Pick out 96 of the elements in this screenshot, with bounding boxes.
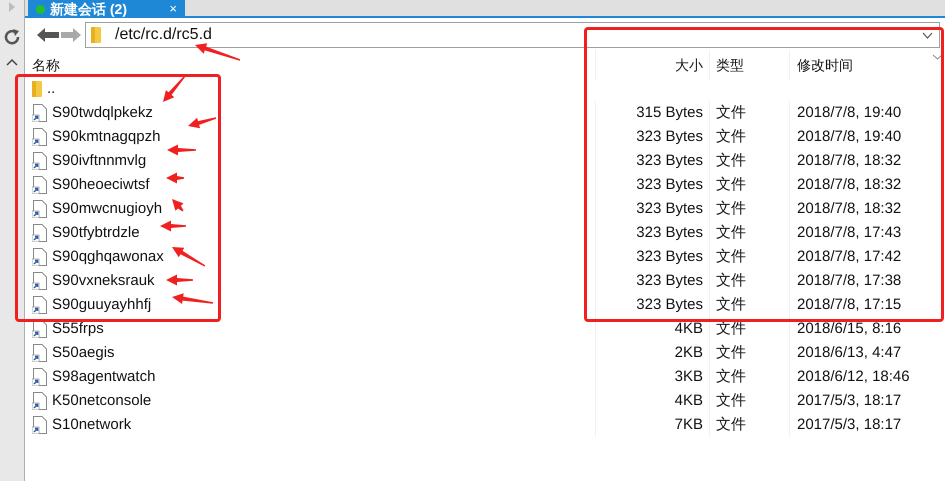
file-shortcut-icon [32, 224, 47, 242]
file-size: 323 Bytes [636, 174, 703, 195]
annotation-arrow [172, 199, 184, 212]
file-shortcut-icon [32, 104, 47, 122]
file-size: 4KB [674, 318, 703, 339]
modified-time: 2018/6/12, 18:46 [797, 366, 910, 387]
file-shortcut-icon [32, 152, 47, 170]
modified-time: 2018/7/8, 19:40 [797, 126, 902, 147]
file-name[interactable]: S90qghqawonax [52, 246, 164, 268]
file-name[interactable]: S90tfybtrdzle [52, 222, 140, 244]
column-header[interactable]: 名称 [32, 54, 60, 76]
column-header[interactable]: 修改时间 [797, 54, 853, 76]
file-shortcut-icon [32, 368, 47, 386]
file-type: 文件 [716, 318, 746, 339]
modified-time: 2018/6/15, 8:16 [797, 318, 902, 339]
annotation-arrow [195, 43, 240, 61]
file-size: 323 Bytes [636, 246, 703, 267]
annotation-arrow [172, 247, 206, 267]
file-size: 323 Bytes [636, 270, 703, 291]
sort-chevron-icon [932, 54, 943, 60]
close-icon[interactable]: × [169, 0, 177, 19]
modified-time: 2018/7/8, 18:32 [797, 174, 902, 195]
file-name[interactable]: K50netconsole [52, 390, 152, 412]
modified-time: 2018/7/8, 18:32 [797, 150, 902, 171]
file-size: 3KB [674, 366, 703, 387]
modified-time: 2018/7/8, 17:43 [797, 222, 902, 243]
refresh-icon[interactable] [3, 28, 21, 46]
file-shortcut-icon [32, 200, 47, 218]
file-type: 文件 [716, 102, 746, 123]
file-size: 315 Bytes [636, 102, 703, 123]
file-shortcut-icon [32, 272, 47, 290]
file-shortcut-icon [32, 248, 47, 266]
file-type: 文件 [716, 414, 746, 435]
chevron-down-icon[interactable] [922, 32, 933, 38]
file-shortcut-icon [32, 128, 47, 146]
file-type: 文件 [716, 198, 746, 219]
file-name[interactable]: S90guuyayhhfj [52, 294, 152, 316]
folder-icon [91, 27, 101, 43]
modified-time: 2018/7/8, 19:40 [797, 102, 902, 123]
file-size: 323 Bytes [636, 294, 703, 315]
file-shortcut-icon [32, 176, 47, 194]
modified-time: 2017/5/3, 18:17 [797, 390, 902, 411]
file-type: 文件 [716, 390, 746, 411]
modified-time: 2018/7/8, 17:38 [797, 270, 902, 291]
file-type: 文件 [716, 150, 746, 171]
modified-time: 2018/7/8, 17:42 [797, 246, 902, 267]
file-type: 文件 [716, 246, 746, 267]
file-name[interactable]: S10network [52, 414, 132, 436]
file-type: 文件 [716, 270, 746, 291]
file-type: 文件 [716, 174, 746, 195]
annotation-arrow [163, 76, 186, 102]
folder-icon [32, 81, 42, 97]
file-shortcut-icon [32, 392, 47, 410]
modified-time: 2018/7/8, 17:15 [797, 294, 902, 315]
file-name[interactable]: S50aegis [52, 342, 115, 364]
file-name[interactable]: S90twdqlpkekz [52, 102, 153, 124]
file-name[interactable]: S98agentwatch [52, 366, 156, 388]
modified-time: 2018/7/8, 18:32 [797, 198, 902, 219]
file-shortcut-icon [32, 296, 47, 314]
file-size: 323 Bytes [636, 198, 703, 219]
file-type: 文件 [716, 366, 746, 387]
file-type: 文件 [716, 222, 746, 243]
annotation-arrow [167, 144, 196, 156]
file-size: 2KB [674, 342, 703, 363]
file-name[interactable]: S90kmtnagqpzh [52, 126, 160, 148]
file-name[interactable]: S55frps [52, 318, 104, 340]
file-type: 文件 [716, 294, 746, 315]
annotation-arrow [172, 293, 214, 304]
tab-title: 新建会话 (2) [50, 0, 127, 19]
file-shortcut-icon [32, 416, 47, 434]
file-size: 4KB [674, 390, 703, 411]
annotation-arrow [188, 117, 216, 128]
chevron-up-icon[interactable] [6, 58, 18, 66]
file-type: 文件 [716, 126, 746, 147]
address-field[interactable]: /etc/rc.d/rc5.d [85, 22, 940, 48]
modified-time: 2017/5/3, 18:17 [797, 414, 902, 435]
column-header[interactable]: 类型 [716, 54, 744, 76]
file-size: 323 Bytes [636, 150, 703, 171]
annotation-arrow [160, 220, 186, 232]
back-arrow-icon[interactable] [37, 28, 59, 42]
session-tab[interactable]: 新建会话 (2) × [28, 0, 185, 18]
annotation-arrow [166, 274, 193, 286]
column-header[interactable]: 大小 [675, 54, 703, 76]
file-size: 323 Bytes [636, 126, 703, 147]
file-shortcut-icon [32, 344, 47, 362]
file-name[interactable]: S90vxneksrauk [52, 270, 155, 292]
file-type: 文件 [716, 342, 746, 363]
annotation-arrow [166, 172, 184, 184]
file-name[interactable]: S90mwcnugioyh [52, 198, 162, 220]
modified-time: 2018/6/13, 4:47 [797, 342, 902, 363]
file-name[interactable]: S90ivftnnmvlg [52, 150, 146, 172]
file-name[interactable]: S90heoeciwtsf [52, 174, 150, 196]
file-size: 323 Bytes [636, 222, 703, 243]
file-size: 7KB [674, 414, 703, 435]
file-name[interactable]: .. [47, 78, 56, 100]
path-text: /etc/rc.d/rc5.d [115, 25, 212, 45]
